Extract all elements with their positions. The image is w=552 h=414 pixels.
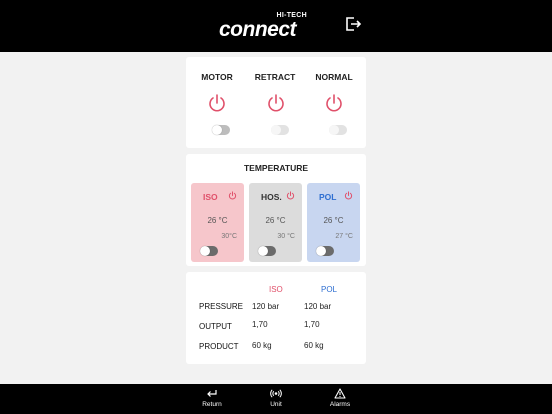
retract-power-icon[interactable]	[266, 93, 286, 113]
toggle-knob	[258, 246, 268, 256]
hose-temperature-tile[interactable]: HOS. 26 °C 30 °C	[249, 183, 302, 262]
nav-alarms-label: Alarms	[329, 401, 351, 408]
motor-power-icon[interactable]	[207, 93, 227, 113]
toggle-knob	[316, 246, 326, 256]
logout-icon[interactable]	[344, 15, 362, 33]
pressure-label: PRESSURE	[199, 302, 244, 311]
iso-heater-toggle[interactable]	[200, 246, 218, 256]
toggle-knob	[212, 125, 222, 135]
iso-product-value: 60 kg	[252, 341, 272, 350]
nav-unit[interactable]: Unit	[256, 388, 296, 408]
iso-current-temp: 26 °C	[207, 216, 228, 225]
alarm-warning-icon	[334, 388, 346, 399]
pol-product-value: 60 kg	[304, 341, 324, 350]
nav-alarms[interactable]: Alarms	[320, 388, 360, 408]
motor-toggle[interactable]	[212, 125, 230, 135]
pol-pressure-value: 120 bar	[304, 302, 332, 311]
brand-logo: HI-TECH connect	[219, 12, 315, 42]
product-label: PRODUCT	[199, 342, 239, 351]
iso-column-header: ISO	[269, 285, 283, 294]
nav-return[interactable]: Return	[192, 388, 232, 408]
pol-power-icon[interactable]	[344, 191, 353, 200]
pol-temperature-tile[interactable]: POL 26 °C 27 °C	[307, 183, 360, 262]
output-label: OUTPUT	[199, 322, 232, 331]
iso-setpoint: 30°C	[221, 233, 237, 240]
iso-temperature-tile[interactable]: ISO 26 °C 30°C	[191, 183, 244, 262]
normal-power-icon[interactable]	[324, 93, 344, 113]
toggle-knob	[271, 125, 281, 135]
temperature-title: TEMPERATURE	[243, 163, 309, 173]
pol-column-header: POL	[321, 285, 338, 294]
nav-return-label: Return	[202, 401, 222, 408]
normal-label: NORMAL	[315, 72, 353, 82]
retract-toggle[interactable]	[271, 125, 289, 135]
normal-toggle[interactable]	[329, 125, 347, 135]
brand-name: connect	[219, 18, 297, 41]
motor-label: MOTOR	[201, 72, 233, 82]
iso-pressure-value: 120 bar	[252, 302, 280, 311]
hose-heater-toggle[interactable]	[258, 246, 276, 256]
pol-zone-name: POL	[319, 192, 337, 202]
iso-zone-name: ISO	[203, 192, 218, 202]
pol-heater-toggle[interactable]	[316, 246, 334, 256]
hose-setpoint: 30 °C	[277, 233, 295, 240]
toggle-knob	[200, 246, 210, 256]
return-icon	[207, 390, 217, 397]
pol-current-temp: 26 °C	[323, 216, 344, 225]
iso-output-value: 1,70	[252, 320, 268, 329]
hose-power-icon[interactable]	[286, 191, 295, 200]
pol-output-value: 1,70	[304, 320, 320, 329]
hose-current-temp: 26 °C	[265, 216, 286, 225]
hose-zone-name: HOS.	[261, 192, 282, 202]
nav-unit-label: Unit	[270, 401, 282, 408]
unit-signal-icon	[270, 389, 282, 398]
toggle-knob	[329, 125, 339, 135]
pol-setpoint: 27 °C	[335, 233, 353, 240]
iso-power-icon[interactable]	[228, 191, 237, 200]
retract-label: RETRACT	[254, 72, 296, 82]
